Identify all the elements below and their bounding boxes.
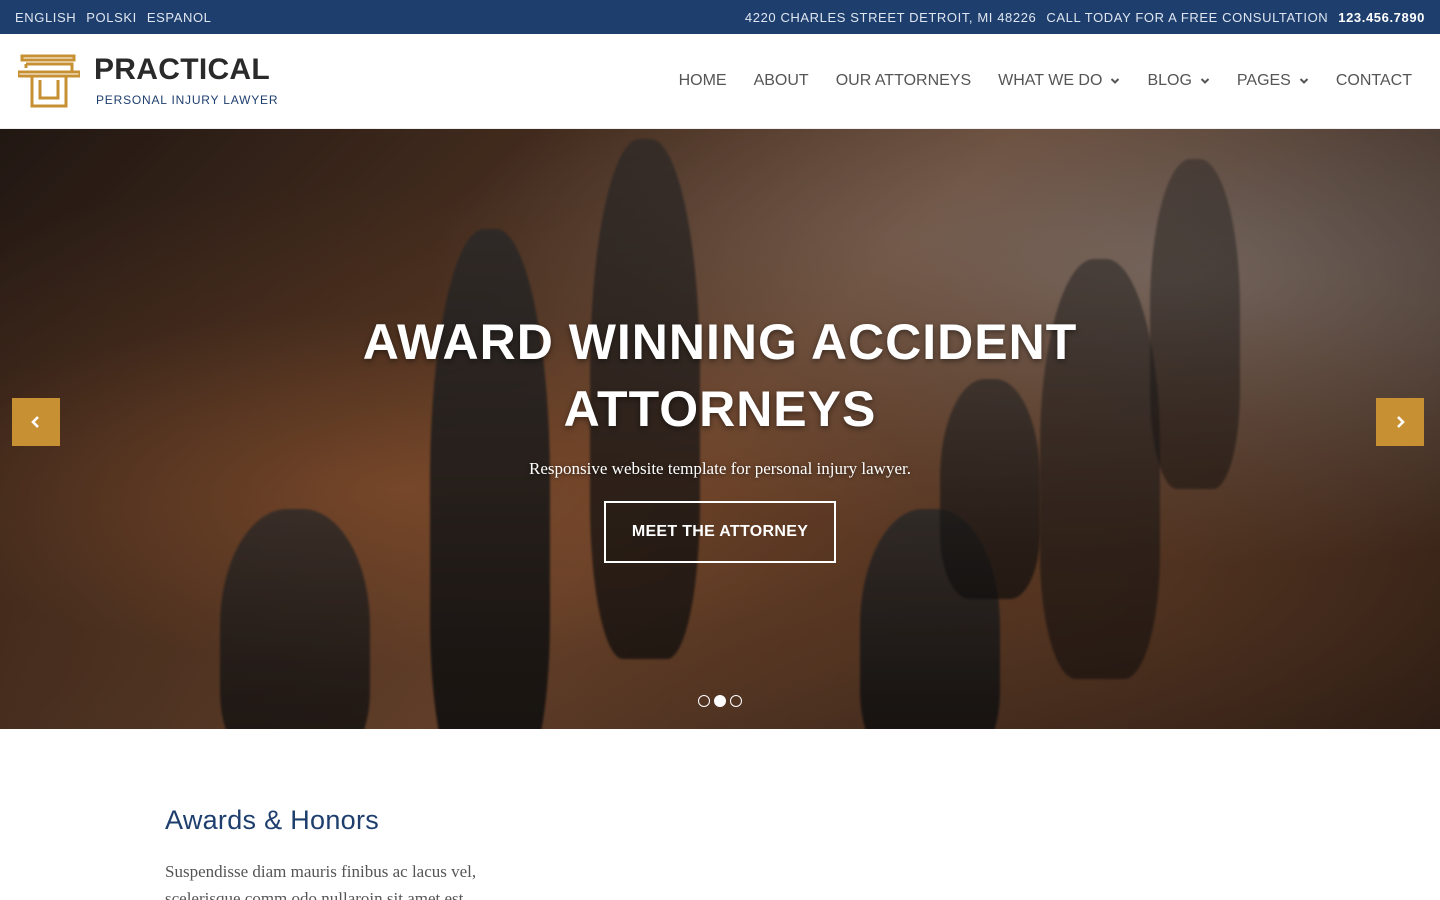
slider-dot-2[interactable] [714, 695, 726, 707]
top-bar: ENGLISH POLSKI ESPANOL 4220 CHARLES STRE… [0, 0, 1440, 34]
address-text: 4220 CHARLES STREET DETROIT, MI 48226 [744, 9, 1037, 25]
brand-logo[interactable]: PRACTICAL PERSONAL INJURY LAWYER [18, 54, 278, 108]
brand-tagline: PERSONAL INJURY LAWYER [96, 93, 279, 107]
hero-title: AWARD WINNING ACCIDENT ATTORNEYS [362, 314, 1078, 437]
nav-what-we-do[interactable]: WHAT WE DO [998, 72, 1120, 90]
nav-blog[interactable]: BLOG [1147, 72, 1210, 90]
pillar-logo-icon [18, 54, 80, 108]
awards-text: Suspendisse diam mauris finibus ac lacus… [165, 862, 477, 900]
nav-contact[interactable]: CONTACT [1336, 72, 1412, 90]
chevron-down-icon [1299, 78, 1309, 84]
chevron-down-icon [1200, 78, 1210, 84]
nav-our-attorneys-label: OUR ATTORNEYS [835, 72, 972, 89]
hero-slider: AWARD WINNING ACCIDENT ATTORNEYS Respons… [0, 129, 1440, 729]
consultation-text: CALL TODAY FOR A FREE CONSULTATION [1046, 9, 1329, 25]
language-switcher: ENGLISH POLSKI ESPANOL [15, 10, 212, 25]
awards-section: Awards & Honors Suspendisse diam mauris … [0, 729, 1440, 900]
nav-home-label: HOME [678, 72, 727, 89]
brand-name: PRACTICAL [94, 53, 271, 86]
phone-number[interactable]: 123.456.7890 [1338, 10, 1425, 25]
site-header: PRACTICAL PERSONAL INJURY LAWYER HOME AB… [0, 34, 1440, 129]
nav-what-we-do-label: WHAT WE DO [998, 72, 1103, 89]
nav-contact-label: CONTACT [1335, 72, 1412, 89]
lang-polski[interactable]: POLSKI [86, 10, 137, 25]
chevron-down-icon [1111, 78, 1120, 84]
slider-dot-1[interactable] [698, 695, 710, 707]
meet-the-attorney-button[interactable]: MEET THE ATTORNEY [603, 501, 837, 563]
nav-blog-label: BLOG [1147, 72, 1192, 89]
main-nav: HOME ABOUT OUR ATTORNEYS WHAT WE DO BLOG… [679, 72, 1412, 90]
nav-about-label: ABOUT [753, 72, 809, 89]
awards-heading: Awards & Honors [165, 805, 380, 835]
lang-espanol[interactable]: ESPANOL [147, 10, 212, 25]
slider-dot-3[interactable] [730, 695, 742, 707]
lang-english[interactable]: ENGLISH [15, 10, 76, 25]
nav-our-attorneys[interactable]: OUR ATTORNEYS [836, 72, 971, 90]
slider-dots [0, 695, 1440, 707]
hero-subtitle: Responsive website template for personal… [529, 459, 911, 478]
contact-line: 4220 CHARLES STREET DETROIT, MI 48226 CA… [745, 10, 1425, 25]
nav-pages-label: PAGES [1236, 72, 1291, 89]
nav-about[interactable]: ABOUT [754, 72, 809, 90]
nav-pages[interactable]: PAGES [1237, 72, 1309, 90]
hero-content: AWARD WINNING ACCIDENT ATTORNEYS Respons… [0, 309, 1440, 563]
nav-home[interactable]: HOME [679, 72, 727, 90]
